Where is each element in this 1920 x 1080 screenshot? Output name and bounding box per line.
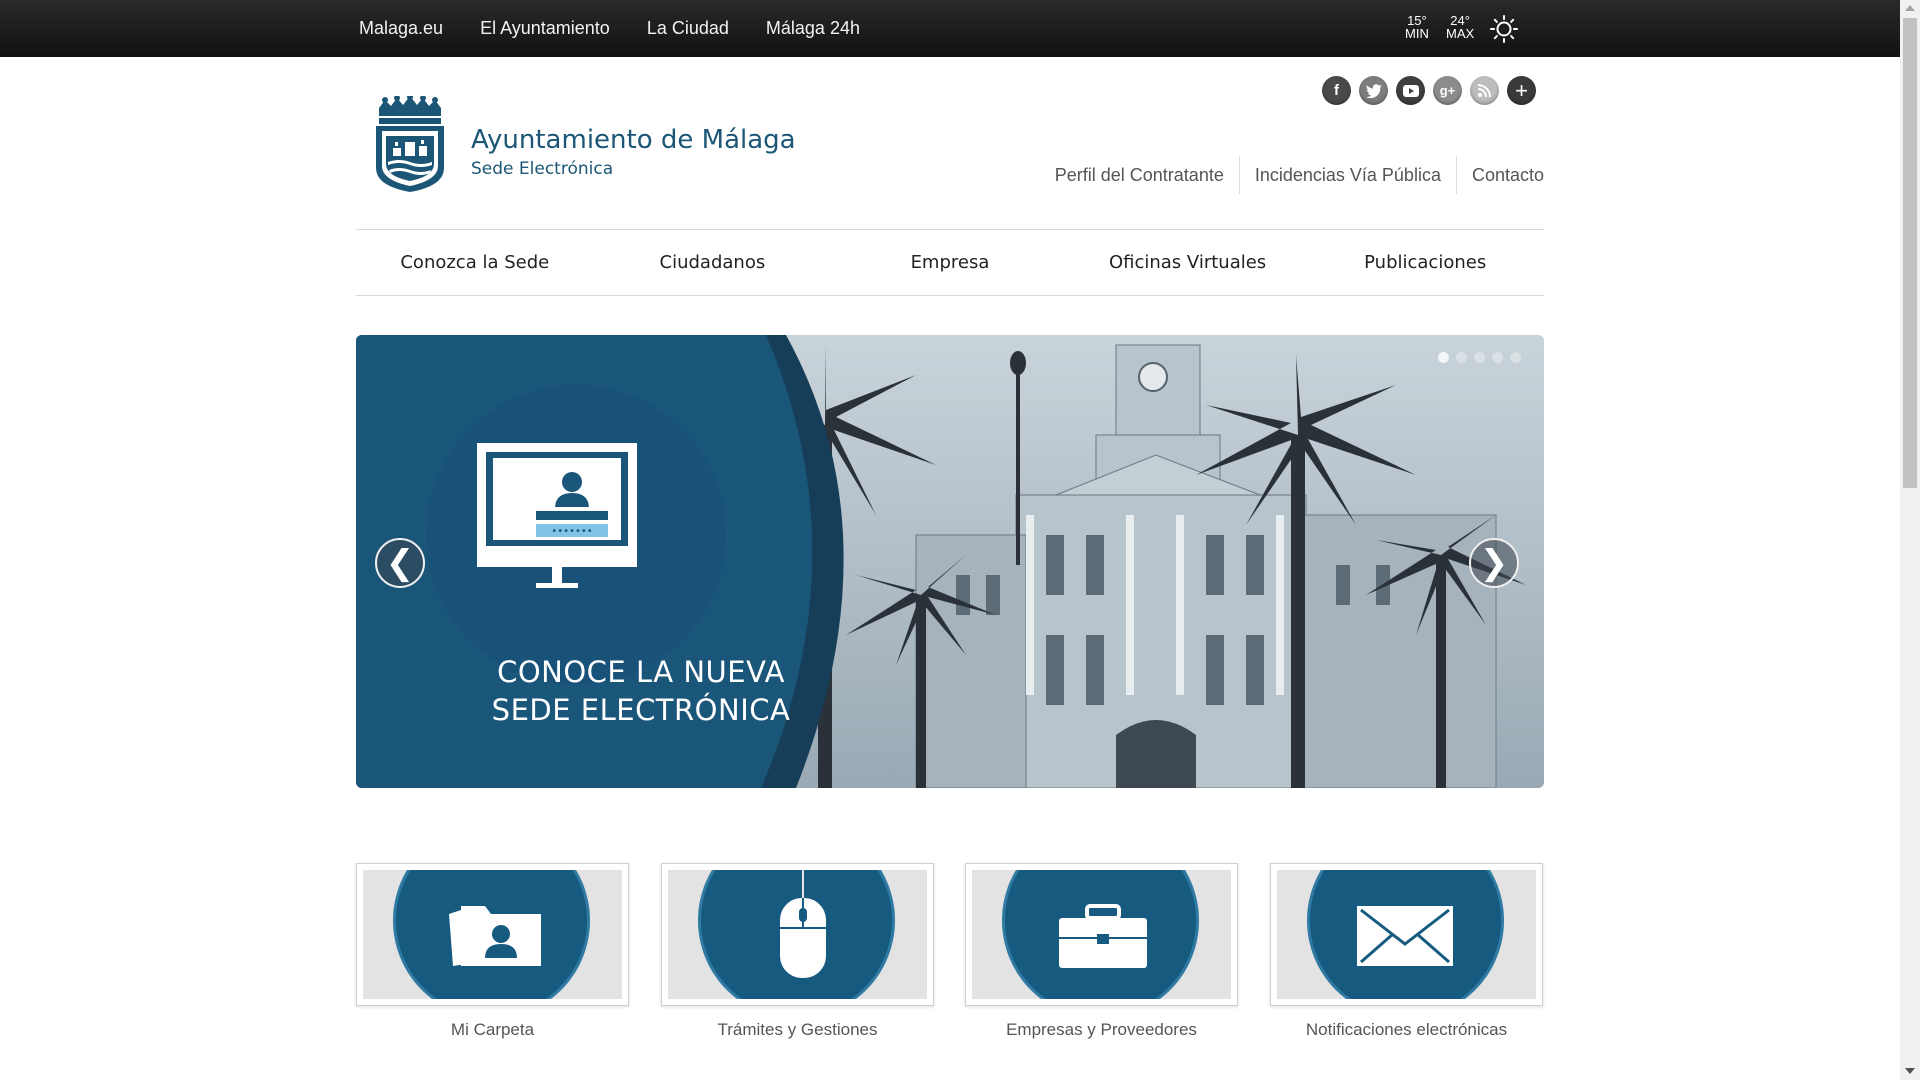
card-label[interactable]: Trámites y Gestiones [661, 1020, 934, 1040]
slider-prev-button[interactable]: ❮ [375, 538, 425, 588]
card-label[interactable]: Empresas y Proveedores [965, 1020, 1238, 1040]
slide-caption-line2: SEDE ELECTRÓNICA [491, 693, 791, 727]
weather-max: 24° MAX [1446, 14, 1474, 40]
slider-dot[interactable] [1438, 352, 1449, 363]
google-plus-icon[interactable]: g+ [1433, 76, 1462, 105]
slider-pagination [1438, 352, 1528, 363]
plus-icon[interactable]: + [1507, 76, 1536, 105]
slider-next-button[interactable]: ❯ [1469, 538, 1519, 588]
slide-caption-line1: CONOCE LA NUEVA [497, 655, 785, 689]
card-tramites[interactable]: Trámites y Gestiones [661, 863, 934, 1040]
sun-icon [1490, 15, 1518, 43]
top-link-ayuntamiento[interactable]: El Ayuntamiento [480, 18, 610, 39]
rss-icon[interactable] [1470, 76, 1499, 105]
card-image[interactable] [1270, 863, 1543, 1006]
youtube-icon[interactable] [1396, 76, 1425, 105]
card-notificaciones[interactable]: Notificaciones electrónicas [1270, 863, 1543, 1040]
nav-conozca-la-sede[interactable]: Conozca la Sede [356, 230, 594, 295]
site-subtitle: Sede Electrónica [471, 159, 614, 179]
envelope-icon [1357, 906, 1453, 966]
slider-dot[interactable] [1492, 352, 1503, 363]
utility-nav: Perfil del Contratante Incidencias Vía P… [1040, 156, 1544, 194]
card-image[interactable] [661, 863, 934, 1006]
folder-user-icon [449, 906, 541, 966]
monitor-icon: ••••••• [477, 443, 637, 588]
card-image[interactable] [356, 863, 629, 1006]
weather-min-label: MIN [1405, 26, 1429, 41]
scrollbar-thumb[interactable] [1903, 18, 1917, 488]
main-nav: Conozca la Sede Ciudadanos Empresa Ofici… [356, 229, 1544, 296]
scroll-up-arrow-icon[interactable] [1905, 5, 1915, 11]
weather-max-label: MAX [1446, 26, 1475, 41]
top-link-malaga-24h[interactable]: Málaga 24h [766, 18, 860, 39]
card-label[interactable]: Notificaciones electrónicas [1270, 1020, 1543, 1040]
slider-dot[interactable] [1510, 352, 1521, 363]
slider-dot[interactable] [1474, 352, 1485, 363]
card-image[interactable] [965, 863, 1238, 1006]
slide-caption: CONOCE LA NUEVA SEDE ELECTRÓNICA [416, 653, 866, 729]
card-empresas[interactable]: Empresas y Proveedores [965, 863, 1238, 1040]
top-link-la-ciudad[interactable]: La Ciudad [647, 18, 729, 39]
utility-link-perfil-contratante[interactable]: Perfil del Contratante [1040, 156, 1239, 194]
nav-empresa[interactable]: Empresa [831, 230, 1069, 295]
top-bar: Malaga.eu El Ayuntamiento La Ciudad Mála… [0, 0, 1900, 57]
mouse-icon [780, 870, 826, 978]
utility-link-contacto[interactable]: Contacto [1457, 156, 1544, 194]
top-link-malaga-eu[interactable]: Malaga.eu [359, 18, 443, 39]
card-mi-carpeta[interactable]: Mi Carpeta [356, 863, 629, 1040]
utility-link-incidencias[interactable]: Incidencias Vía Pública [1240, 156, 1456, 194]
weather-min: 15° MIN [1405, 14, 1429, 40]
hero-slider[interactable]: ••••••• CONOCE LA NUEVA SEDE ELECTRÓNICA… [356, 335, 1544, 788]
card-label[interactable]: Mi Carpeta [356, 1020, 629, 1040]
nav-ciudadanos[interactable]: Ciudadanos [594, 230, 832, 295]
facebook-icon[interactable]: f [1322, 76, 1351, 105]
svg-text:•••••••: ••••••• [551, 526, 592, 537]
nav-publicaciones[interactable]: Publicaciones [1306, 230, 1544, 295]
nav-oficinas-virtuales[interactable]: Oficinas Virtuales [1069, 230, 1307, 295]
scroll-down-arrow-icon[interactable] [1905, 1068, 1915, 1074]
slider-dot[interactable] [1456, 352, 1467, 363]
site-title[interactable]: Ayuntamiento de Málaga [471, 125, 796, 155]
city-crest-logo[interactable] [373, 96, 447, 192]
twitter-icon[interactable] [1359, 76, 1388, 105]
top-nav: Malaga.eu El Ayuntamiento La Ciudad Mála… [359, 0, 897, 57]
social-links: f g+ + [1322, 76, 1544, 105]
briefcase-icon [1059, 904, 1147, 968]
